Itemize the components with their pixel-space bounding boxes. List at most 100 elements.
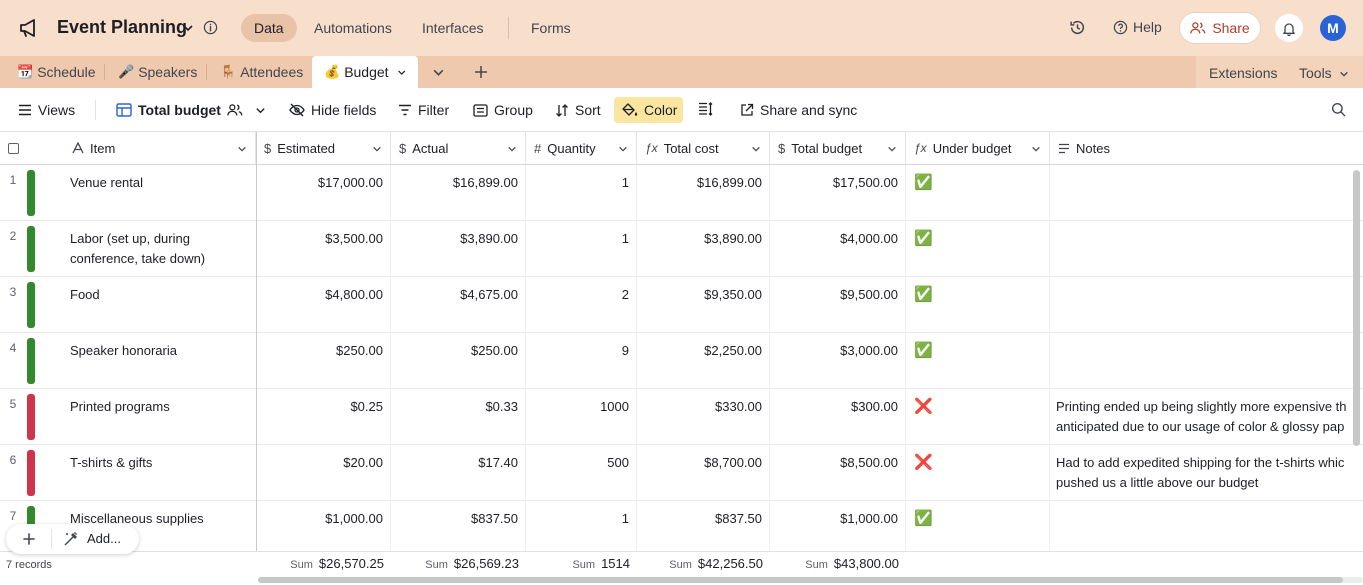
cell-total-budget[interactable]: $3,000.00: [770, 333, 906, 389]
column-header-under-budget[interactable]: ƒx Under budget: [906, 132, 1050, 165]
notifications-button[interactable]: [1275, 14, 1303, 42]
chevron-down-icon[interactable]: [182, 22, 194, 34]
table-row[interactable]: 3 Food $4,800.00 $4,675.00 2 $9,350.00 $9,500.…: [0, 277, 1363, 333]
cell-actual[interactable]: $250.00: [391, 333, 526, 389]
cell-total-cost[interactable]: $9,350.00: [637, 277, 770, 333]
table-row[interactable]: 1 Venue rental $17,000.00 $16,899.00 1 $16,89…: [0, 165, 1363, 221]
search-icon[interactable]: [1331, 102, 1346, 117]
sum-actual[interactable]: Sum $26,569.23: [391, 556, 526, 576]
table-row[interactable]: 2 Labor (set up, during conference, take d…: [0, 221, 1363, 277]
select-all-checkbox[interactable]: [8, 143, 19, 154]
group-button[interactable]: Group: [473, 102, 533, 118]
tools-button[interactable]: Tools: [1299, 65, 1332, 81]
sort-button[interactable]: Sort: [555, 102, 601, 118]
column-header-estimated[interactable]: $ Estimated: [256, 132, 391, 165]
cell-total-cost[interactable]: $837.50: [637, 501, 770, 557]
scrollbar-thumb[interactable]: [258, 577, 1343, 583]
cell-actual[interactable]: $4,675.00: [391, 277, 526, 333]
tab-speakers[interactable]: 🎤 Speakers: [118, 56, 197, 88]
sum-total-budget[interactable]: Sum $43,800.00: [770, 556, 906, 576]
add-record-icon[interactable]: [20, 530, 38, 548]
cross-mark-icon[interactable]: ❌: [906, 389, 1050, 445]
cell-total-budget[interactable]: $1,000.00: [770, 501, 906, 557]
chevron-down-icon[interactable]: [372, 144, 382, 154]
cell-total-budget[interactable]: $9,500.00: [770, 277, 906, 333]
cell-item[interactable]: T-shirts & gifts: [0, 445, 256, 501]
check-mark-icon[interactable]: ✅: [906, 221, 1050, 277]
cell-item[interactable]: Food: [0, 277, 256, 333]
cell-actual[interactable]: $17.40: [391, 445, 526, 501]
cell-estimated[interactable]: $17,000.00: [256, 165, 391, 221]
cell-total-budget[interactable]: $300.00: [770, 389, 906, 445]
cell-notes[interactable]: [1050, 165, 1363, 221]
view-switcher[interactable]: Total budget: [116, 102, 266, 118]
sum-estimated[interactable]: Sum $26,570.25: [256, 556, 391, 576]
base-title[interactable]: Event Planning: [57, 17, 187, 38]
row-height-button[interactable]: [698, 102, 713, 116]
add-table-icon[interactable]: [473, 64, 489, 80]
cell-total-cost[interactable]: $3,890.00: [637, 221, 770, 277]
cell-total-budget[interactable]: $8,500.00: [770, 445, 906, 501]
cell-total-cost[interactable]: $16,899.00: [637, 165, 770, 221]
cross-mark-icon[interactable]: ❌: [906, 445, 1050, 501]
nav-interfaces[interactable]: Interfaces: [409, 14, 496, 42]
check-mark-icon[interactable]: ✅: [906, 501, 1050, 557]
column-header-quantity[interactable]: # Quantity: [526, 132, 637, 165]
cell-item[interactable]: Speaker honoraria: [0, 333, 256, 389]
cell-item[interactable]: Printed programs: [0, 389, 256, 445]
table-row[interactable]: 6 T-shirts & gifts $20.00 $17.40 500 $8,700.0…: [0, 445, 1363, 501]
nav-data[interactable]: Data: [241, 14, 297, 42]
chevron-down-icon[interactable]: [618, 144, 628, 154]
cell-actual[interactable]: $3,890.00: [391, 221, 526, 277]
cell-estimated[interactable]: $20.00: [256, 445, 391, 501]
nav-forms[interactable]: Forms: [518, 14, 584, 42]
cell-notes[interactable]: [1050, 277, 1363, 333]
check-mark-icon[interactable]: ✅: [906, 333, 1050, 389]
cell-estimated[interactable]: $4,800.00: [256, 277, 391, 333]
chevron-down-icon[interactable]: [507, 144, 517, 154]
chevron-down-icon[interactable]: [1031, 144, 1041, 154]
column-header-total-budget[interactable]: $ Total budget: [770, 132, 906, 165]
cell-total-cost[interactable]: $330.00: [637, 389, 770, 445]
cell-quantity[interactable]: 9: [526, 333, 637, 389]
table-row[interactable]: 5 Printed programs $0.25 $0.33 1000 $330.00 $3…: [0, 389, 1363, 445]
tab-budget[interactable]: 💰 Budget: [312, 56, 418, 88]
hide-fields-button[interactable]: Hide fields: [289, 102, 376, 118]
chevron-down-icon[interactable]: [397, 67, 406, 78]
column-header-total-cost[interactable]: ƒx Total cost: [637, 132, 770, 165]
cell-notes[interactable]: [1050, 333, 1363, 389]
avatar[interactable]: M: [1320, 15, 1346, 41]
chevron-down-icon[interactable]: [751, 144, 761, 154]
chevron-down-icon[interactable]: [1339, 69, 1349, 79]
add-label[interactable]: Add...: [87, 531, 121, 546]
cell-notes[interactable]: Had to add expedited shipping for the t-…: [1050, 445, 1363, 501]
cell-notes[interactable]: [1050, 221, 1363, 277]
color-button[interactable]: Color: [622, 102, 677, 118]
sum-quantity[interactable]: Sum 1514: [526, 556, 637, 576]
history-icon[interactable]: [1069, 19, 1086, 36]
cell-quantity[interactable]: 1: [526, 221, 637, 277]
cell-item[interactable]: Venue rental: [0, 165, 256, 221]
filter-button[interactable]: Filter: [398, 102, 449, 118]
cell-quantity[interactable]: 2: [526, 277, 637, 333]
cell-actual[interactable]: $16,899.00: [391, 165, 526, 221]
horizontal-scrollbar[interactable]: [258, 577, 1363, 583]
chevron-down-icon[interactable]: [237, 144, 247, 154]
cell-item[interactable]: Labor (set up, during conference, take do…: [0, 221, 256, 277]
vertical-scrollbar[interactable]: [1353, 170, 1360, 446]
cell-actual[interactable]: $0.33: [391, 389, 526, 445]
cell-estimated[interactable]: $0.25: [256, 389, 391, 445]
cell-quantity[interactable]: 500: [526, 445, 637, 501]
check-mark-icon[interactable]: ✅: [906, 165, 1050, 221]
share-and-sync-button[interactable]: Share and sync: [740, 102, 857, 118]
help-button[interactable]: Help: [1113, 19, 1162, 35]
cell-estimated[interactable]: $250.00: [256, 333, 391, 389]
column-header-actual[interactable]: $ Actual: [391, 132, 526, 165]
tab-schedule[interactable]: 📆 Schedule: [17, 56, 96, 88]
more-tables-icon[interactable]: [432, 66, 445, 79]
info-icon[interactable]: [203, 20, 218, 35]
share-button[interactable]: Share: [1180, 13, 1260, 43]
cell-estimated[interactable]: $1,000.00: [256, 501, 391, 557]
cell-quantity[interactable]: 1: [526, 165, 637, 221]
column-header-item[interactable]: Item: [0, 132, 256, 165]
